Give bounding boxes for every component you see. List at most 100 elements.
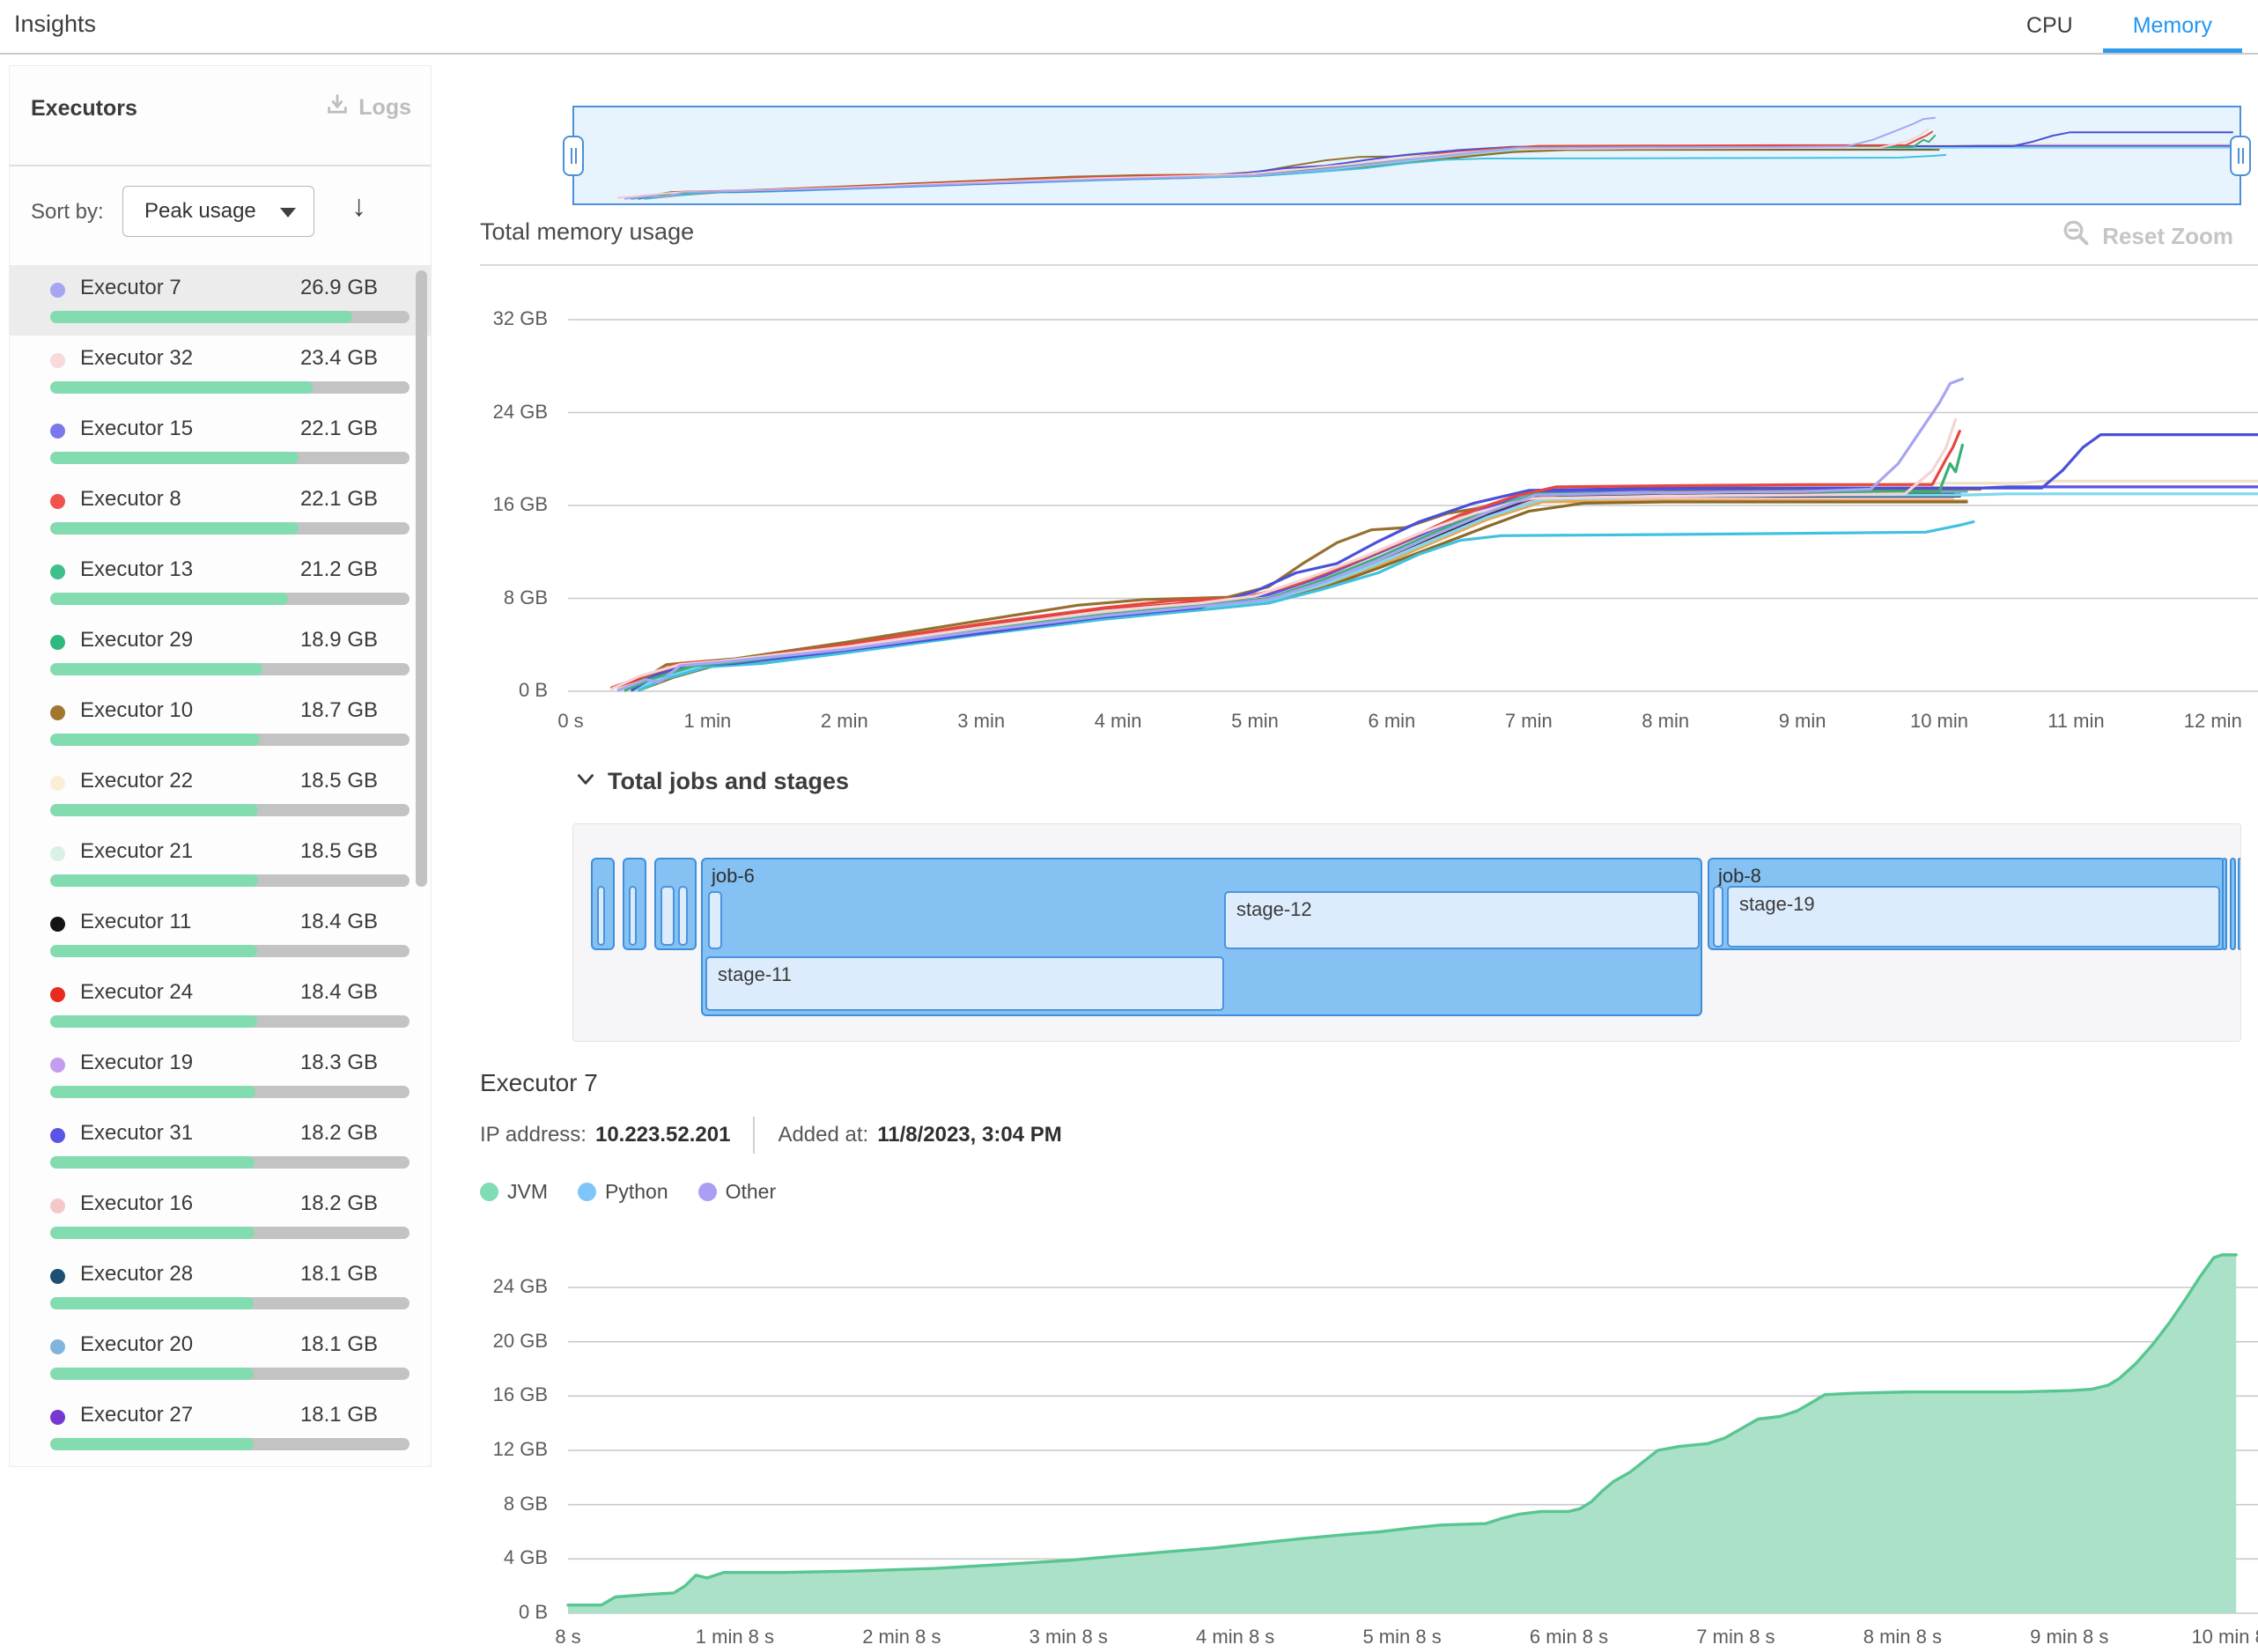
stage-sliver[interactable]: [678, 886, 688, 946]
job-bar-sliver[interactable]: [2222, 858, 2227, 950]
minimap-chart: [574, 107, 2240, 203]
executor-list-item[interactable]: Executor 31 18.2 GB: [10, 1110, 431, 1181]
header: Insights CPU Memory: [0, 0, 2258, 55]
executor-usage-fill: [50, 1438, 254, 1450]
job-bar-sliver[interactable]: [2238, 858, 2241, 950]
executor-detail-info: IP address: 10.223.52.201 Added at: 11/8…: [480, 1117, 1062, 1154]
stage-sliver[interactable]: [629, 886, 637, 946]
executors-title: Executors: [31, 96, 137, 122]
executor-list-item[interactable]: Executor 16 18.2 GB: [10, 1181, 431, 1251]
stage-bar[interactable]: stage-11: [705, 956, 1224, 1011]
y-axis-tick: 20 GB: [477, 1330, 548, 1353]
job-bar-small[interactable]: [654, 858, 697, 950]
brush-handle-left[interactable]: [563, 136, 584, 176]
executor-peak-value: 18.3 GB: [300, 1051, 378, 1075]
stage-bar[interactable]: stage-12: [1224, 891, 1700, 949]
memory-type-legend: JVMPythonOther: [480, 1180, 776, 1204]
job-bar[interactable]: job-8stage-19: [1708, 858, 2225, 950]
executor-usage-bar: [50, 1015, 410, 1028]
x-axis-tick: 10 min: [1910, 710, 1968, 733]
executor-usage-bar: [50, 804, 410, 816]
executor-list-item[interactable]: Executor 1018.7 GB: [10, 688, 431, 758]
sort-direction-button[interactable]: ↓: [351, 189, 366, 224]
executor-list-item[interactable]: Executor 2718.1 GB: [10, 1392, 431, 1463]
legend-label: JVM: [507, 1180, 548, 1204]
executor-usage-fill: [50, 804, 258, 816]
executor-color-dot: [50, 635, 65, 650]
legend-item: JVM: [480, 1180, 548, 1204]
executor-usage-bar: [50, 522, 410, 535]
job-bar-sliver[interactable]: [2230, 858, 2236, 950]
added-label: Added at:: [778, 1123, 868, 1147]
executor-list-item[interactable]: Executor 2918.9 GB: [10, 617, 431, 688]
chevron-down-icon: [280, 208, 296, 218]
reset-zoom-label: Reset Zoom: [2102, 223, 2233, 250]
executor-usage-bar: [50, 734, 410, 746]
executor-name: Executor 13: [80, 557, 193, 582]
zoom-minimap[interactable]: [572, 106, 2241, 205]
x-axis-tick: 4 min 8 s: [1196, 1626, 1274, 1648]
executor-name: Executor 21: [80, 839, 193, 864]
logs-button[interactable]: Logs: [325, 92, 411, 123]
executor-list-item[interactable]: Executor 1321.2 GB: [10, 547, 431, 617]
sort-by-label: Sort by:: [31, 200, 104, 225]
executor-name: Executor 19: [80, 1051, 193, 1075]
executor-usage-fill: [50, 663, 262, 675]
executor-list-item[interactable]: Executor 2818.1 GB: [10, 1251, 431, 1322]
executor-list-item[interactable]: Executor 19 18.3 GB: [10, 1040, 431, 1110]
executor-color-dot: [50, 283, 65, 298]
executor-color-dot: [50, 1410, 65, 1425]
executor-list-item[interactable]: Executor 1522.1 GB: [10, 406, 431, 476]
tab-cpu[interactable]: CPU: [1996, 0, 2103, 51]
executor-usage-bar: [50, 945, 410, 957]
executor-name: Executor 16: [80, 1191, 193, 1216]
job-bar-small[interactable]: [623, 858, 646, 950]
job-bar[interactable]: job-6stage-12stage-11: [701, 858, 1702, 1016]
executor-list-item[interactable]: Executor 822.1 GB: [10, 476, 431, 547]
stage-sliver[interactable]: [597, 886, 605, 946]
y-axis-tick: 0 B: [477, 1601, 548, 1624]
sidebar-scrollbar-thumb[interactable]: [416, 270, 427, 887]
executor-usage-fill: [50, 1156, 255, 1169]
jobs-stages-toggle[interactable]: Total jobs and stages: [574, 768, 849, 795]
stage-bar[interactable]: stage-19: [1727, 886, 2220, 948]
insights-page: Insights CPU Memory Executors Logs Sort …: [0, 0, 2258, 1652]
reset-zoom-button[interactable]: Reset Zoom: [2062, 218, 2233, 254]
executor-usage-bar: [50, 1368, 410, 1380]
executor-usage-bar: [50, 1438, 410, 1450]
executor-usage-fill: [50, 311, 352, 323]
executor-list-item[interactable]: Executor 726.9 GB: [10, 265, 431, 336]
executor-list-item[interactable]: Executor 1118.4 GB: [10, 899, 431, 970]
executor-usage-fill: [50, 874, 258, 887]
legend-dot: [698, 1183, 717, 1201]
executor-list-item[interactable]: Executor 2118.5 GB: [10, 829, 431, 899]
x-axis-tick: 4 min: [1095, 710, 1142, 733]
executor-color-dot: [50, 705, 65, 720]
tab-memory[interactable]: Memory: [2103, 0, 2242, 51]
executor-memory-chart[interactable]: [568, 1259, 2258, 1647]
executor-list-item[interactable]: Executor 2218.5 GB: [10, 758, 431, 829]
job-bar-small[interactable]: [591, 858, 615, 950]
executor-name: Executor 31: [80, 1121, 193, 1146]
executor-color-dot: [50, 424, 65, 439]
stage-sliver[interactable]: [708, 891, 722, 949]
executor-list-item[interactable]: Executor 3223.4 GB: [10, 336, 431, 406]
executor-peak-value: 18.2 GB: [300, 1121, 378, 1146]
brush-handle-right[interactable]: [2230, 136, 2251, 176]
executor-peak-value: 18.2 GB: [300, 1191, 378, 1216]
x-axis-tick: 3 min: [957, 710, 1005, 733]
executor-peak-value: 22.1 GB: [300, 417, 378, 441]
executor-color-dot: [50, 987, 65, 1002]
executor-list-item[interactable]: Executor 2418.4 GB: [10, 970, 431, 1040]
sort-select[interactable]: Peak usage: [122, 186, 314, 237]
tab-bar: CPU Memory: [1996, 0, 2242, 53]
total-memory-chart[interactable]: [568, 273, 2258, 696]
y-axis-tick: 24 GB: [477, 401, 548, 424]
divider: [753, 1117, 755, 1154]
legend-item: Python: [578, 1180, 668, 1204]
x-axis-tick: 11 min: [2048, 710, 2104, 733]
stage-sliver[interactable]: [660, 886, 675, 946]
total-memory-title: Total memory usage: [480, 218, 694, 246]
stage-sliver[interactable]: [1713, 886, 1723, 948]
executor-list-item[interactable]: Executor 2018.1 GB: [10, 1322, 431, 1392]
